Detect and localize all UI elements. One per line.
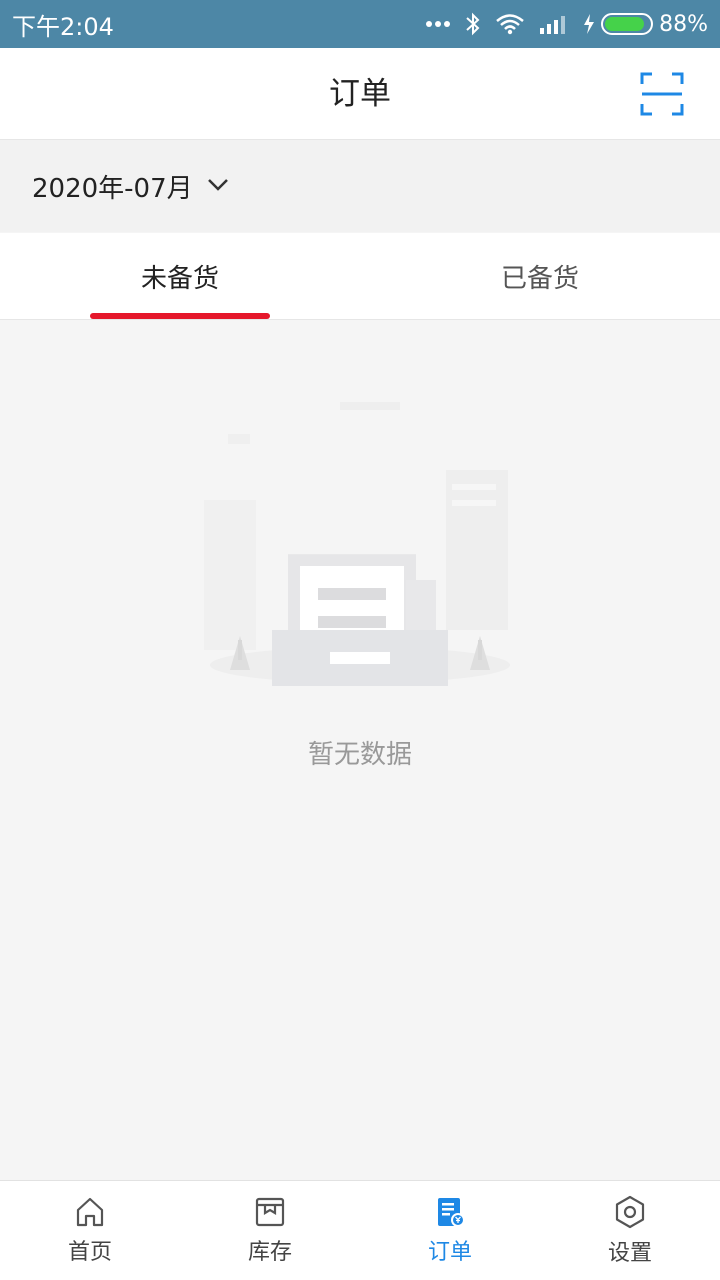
empty-document-illustration [204,402,510,686]
scan-button[interactable] [640,72,684,116]
nav-orders[interactable]: 订单 [360,1181,540,1280]
page-title: 订单 [329,76,391,112]
status-icons: 88% [425,12,708,37]
battery-icon [601,13,654,35]
date-filter-label: 2020年-07月 [32,173,193,204]
order-document-icon [438,1197,465,1227]
status-bar: 下午2:04 88% [0,0,720,48]
nav-inventory[interactable]: 库存 [180,1181,360,1280]
status-tabs: 未备货 已备货 [0,233,720,320]
bottom-navigation: 首页 库存 订单 设置 [0,1180,720,1280]
status-time: 下午2:04 [12,12,114,41]
more-dots-icon [425,20,451,28]
empty-state: 暂无数据 [0,320,720,1180]
battery-percent: 88% [659,11,708,37]
nav-home[interactable]: 首页 [0,1181,180,1280]
signal-icon [539,14,569,34]
gear-icon [615,1195,645,1228]
nav-label: 订单 [427,1239,472,1265]
home-icon [76,1197,104,1226]
battery-indicator: 88% [583,12,708,37]
battery-fill [605,17,644,31]
bluetooth-icon [465,12,481,36]
charging-icon [583,13,595,35]
chevron-down-icon [207,177,229,196]
nav-label: 设置 [607,1240,652,1266]
tab-label: 未备货 [140,263,219,294]
nav-label: 库存 [247,1239,292,1265]
empty-state-text: 暂无数据 [307,740,412,770]
tab-label: 已备货 [500,263,579,294]
date-filter[interactable]: 2020年-07月 [0,140,720,232]
nav-settings[interactable]: 设置 [540,1181,720,1280]
tab-stocked[interactable]: 已备货 [360,233,720,319]
scan-icon [640,72,684,116]
nav-label: 首页 [67,1239,112,1265]
inventory-box-icon [255,1197,285,1226]
app-header: 订单 [0,48,720,140]
tab-active-indicator [90,313,270,319]
wifi-icon [495,13,525,35]
tab-not-stocked[interactable]: 未备货 [0,233,360,319]
